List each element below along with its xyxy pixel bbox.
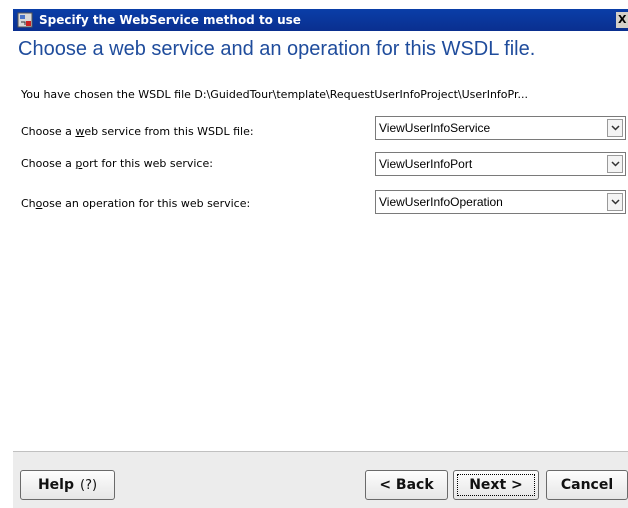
operation-select-value: ViewUserInfoOperation: [379, 195, 503, 209]
wizard-app-icon: [17, 12, 33, 28]
chevron-down-icon[interactable]: [607, 193, 623, 211]
web-service-select-value: ViewUserInfoService: [379, 121, 491, 135]
port-select-value: ViewUserInfoPort: [379, 157, 473, 171]
help-button-label: Help: [37, 477, 74, 493]
operation-select[interactable]: ViewUserInfoOperation: [375, 190, 626, 214]
focus-indicator: [457, 474, 535, 496]
button-bar: Help (?) < Back Next > Cancel: [13, 452, 628, 508]
web-service-select[interactable]: ViewUserInfoService: [375, 116, 626, 140]
cancel-button[interactable]: Cancel: [546, 470, 628, 500]
page-title: Choose a web service and an operation fo…: [18, 38, 536, 60]
chevron-down-icon[interactable]: [607, 119, 623, 137]
help-icon: (?): [79, 478, 98, 493]
web-service-label: Choose a web service from this WSDL file…: [21, 125, 254, 138]
port-label: Choose a port for this web service:: [21, 157, 213, 170]
wizard-window: Specify the WebService method to use X C…: [0, 0, 628, 508]
help-button[interactable]: Help (?): [20, 470, 115, 500]
chevron-down-icon[interactable]: [607, 155, 623, 173]
close-button[interactable]: X: [616, 12, 628, 28]
title-bar: Specify the WebService method to use X: [13, 9, 628, 31]
back-button[interactable]: < Back: [365, 470, 448, 500]
wsdl-file-info: You have chosen the WSDL file D:\GuidedT…: [21, 88, 528, 101]
port-select[interactable]: ViewUserInfoPort: [375, 152, 626, 176]
window-title: Specify the WebService method to use: [39, 13, 301, 27]
operation-label: Choose an operation for this web service…: [21, 197, 251, 210]
next-button[interactable]: Next >: [453, 470, 539, 500]
